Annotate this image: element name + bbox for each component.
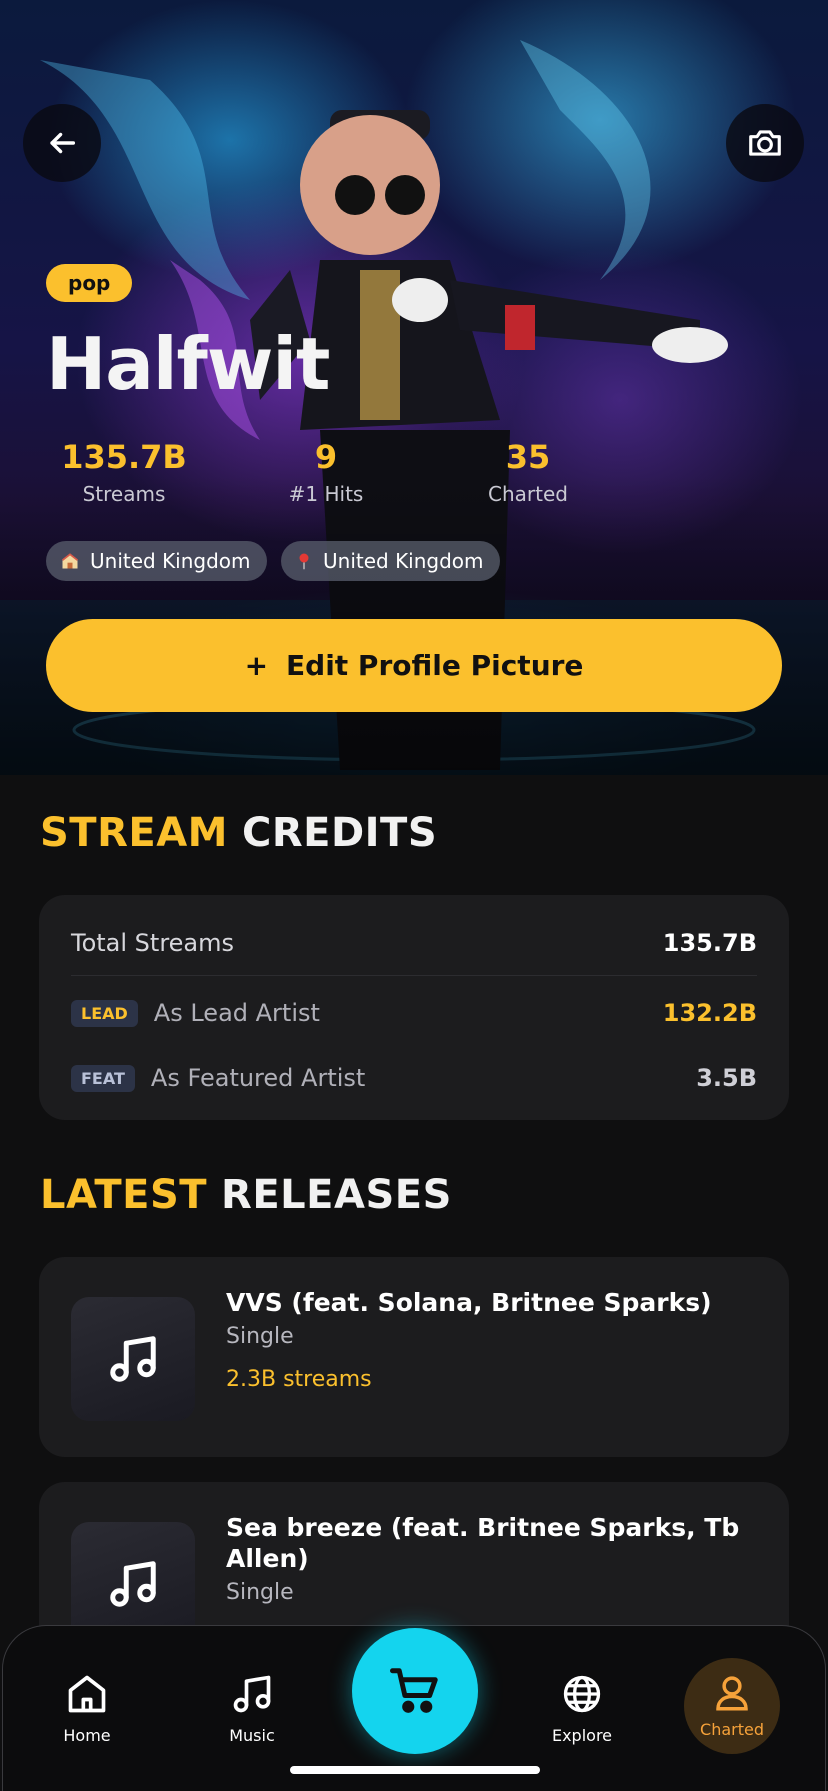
nav-music[interactable]: Music (192, 1672, 312, 1745)
artist-name: Halfwit (46, 322, 330, 406)
total-streams-value: 135.7B (662, 929, 757, 957)
stat-label: Streams (82, 482, 166, 506)
release-title: VVS (feat. Solana, Britnee Sparks) (226, 1288, 712, 1317)
stat-label: #1 Hits (288, 482, 364, 506)
music-note-icon (110, 1336, 156, 1382)
music-note-icon (110, 1561, 156, 1607)
featured-artist-label: As Featured Artist (150, 1064, 366, 1092)
release-item[interactable]: VVS (feat. Solana, Britnee Sparks) Singl… (39, 1257, 789, 1457)
back-button[interactable] (23, 104, 101, 182)
lead-tag: LEAD (71, 999, 138, 1027)
location-pill: United Kingdom (281, 541, 500, 581)
stat-value: 135.7B (61, 438, 187, 476)
arrow-left-icon (50, 132, 76, 154)
user-icon (716, 1676, 748, 1711)
music-note-icon (233, 1675, 271, 1713)
release-title: Sea breeze (feat. Britnee Sparks, Tb All… (226, 1513, 740, 1573)
stat-charted: 35 Charted (448, 438, 608, 506)
stream-credits-heading: STREAM CREDITS (40, 810, 437, 856)
house-icon (61, 553, 79, 569)
heading-rest: CREDITS (241, 810, 438, 856)
hometown-pill: United Kingdom (46, 541, 267, 581)
stream-credits-card: Total Streams 135.7B LEAD As Lead Artist… (39, 895, 789, 1120)
nav-home[interactable]: Home (27, 1672, 147, 1745)
stat-value: 35 (505, 438, 551, 476)
heading-rest: RELEASES (221, 1172, 452, 1218)
lead-artist-row: LEAD As Lead Artist 132.2B (71, 993, 757, 1033)
heading-highlight: LATEST (40, 1172, 208, 1218)
stat-value: 9 (314, 438, 338, 476)
release-type: Single (226, 1324, 294, 1349)
home-indicator (290, 1766, 540, 1774)
divider (71, 975, 757, 976)
home-icon (68, 1675, 106, 1713)
featured-artist-row: FEAT As Featured Artist 3.5B (71, 1058, 757, 1098)
lead-artist-label: As Lead Artist (153, 999, 320, 1027)
artist-hero: pop Halfwit 135.7B Streams 9 #1 Hits 35 … (0, 0, 828, 775)
stat-hits: 9 #1 Hits (246, 438, 406, 506)
hometown-text: United Kingdom (90, 549, 251, 573)
nav-label: Home (63, 1726, 111, 1745)
nav-label: Charted (700, 1720, 764, 1739)
camera-button[interactable] (726, 104, 804, 182)
nav-charted[interactable]: Charted (684, 1658, 780, 1754)
edit-profile-picture-button[interactable]: + Edit Profile Picture (46, 619, 782, 712)
location-text: United Kingdom (323, 549, 484, 573)
feat-tag: FEAT (71, 1064, 135, 1092)
globe-icon (563, 1675, 601, 1713)
stat-label: Charted (488, 482, 568, 506)
genre-badge: pop (46, 264, 133, 302)
featured-artist-value: 3.5B (696, 1064, 757, 1092)
edit-profile-picture-label: Edit Profile Picture (286, 649, 584, 682)
nav-label: Explore (551, 1726, 613, 1745)
plus-icon: + (244, 649, 269, 682)
latest-releases-heading: LATEST RELEASES (40, 1172, 452, 1218)
nav-label: Music (229, 1726, 275, 1745)
cart-icon (390, 1668, 438, 1713)
total-streams-row: Total Streams 135.7B (71, 923, 757, 963)
stat-streams: 135.7B Streams (44, 438, 204, 506)
lead-artist-value: 132.2B (662, 999, 757, 1027)
camera-icon (749, 130, 781, 156)
heading-highlight: STREAM (40, 810, 228, 856)
release-cover (71, 1297, 195, 1421)
release-streams: 2.3B streams (226, 1367, 372, 1392)
cart-button[interactable] (352, 1628, 478, 1754)
pin-icon (299, 553, 309, 570)
nav-explore[interactable]: Explore (522, 1672, 642, 1745)
total-streams-label: Total Streams (71, 929, 235, 957)
release-type: Single (226, 1580, 294, 1605)
